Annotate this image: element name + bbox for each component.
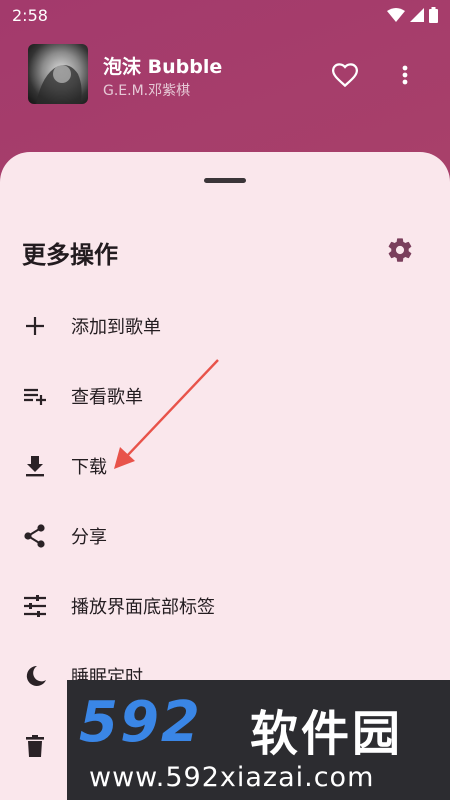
now-playing-bar[interactable]: 泡沫 Bubble G.E.M.邓紫棋 <box>0 40 450 110</box>
tune-icon <box>24 595 46 617</box>
album-art[interactable] <box>28 44 88 104</box>
menu-item-label: 下载 <box>71 457 107 478</box>
watermark-number: 592 <box>79 690 202 755</box>
watermark-banner: 592 软件园 www.592xiazai.com <box>67 680 450 800</box>
trash-icon <box>26 735 44 757</box>
favorite-button[interactable] <box>330 60 360 90</box>
gear-icon <box>388 238 412 262</box>
wifi-icon <box>387 8 405 22</box>
drag-handle[interactable] <box>204 178 246 183</box>
sheet-title: 更多操作 <box>22 241 118 269</box>
share-icon <box>24 524 45 548</box>
menu-item-label: 播放界面底部标签 <box>71 597 215 618</box>
menu-item-download[interactable]: 下载 <box>0 430 450 500</box>
status-icons <box>387 7 438 23</box>
signal-icon <box>410 8 424 22</box>
watermark-url: www.592xiazai.com <box>89 762 375 793</box>
more-vertical-icon <box>402 65 408 85</box>
battery-icon <box>429 7 438 23</box>
menu-item-add-to-playlist[interactable]: 添加到歌单 <box>0 290 450 360</box>
playlist-add-icon <box>24 388 46 405</box>
download-icon <box>26 456 44 477</box>
song-title: 泡沫 Bubble <box>103 56 223 78</box>
settings-button[interactable] <box>386 236 414 264</box>
song-artist: G.E.M.邓紫棋 <box>103 83 191 99</box>
heart-icon <box>331 63 359 88</box>
status-bar: 2:58 <box>0 0 450 32</box>
menu-item-label: 查看歌单 <box>71 387 143 408</box>
menu-item-share[interactable]: 分享 <box>0 500 450 570</box>
watermark-name: 软件园 <box>250 706 404 762</box>
more-options-button[interactable] <box>395 60 415 90</box>
status-time: 2:58 <box>12 6 48 25</box>
moon-icon <box>26 665 46 686</box>
menu-item-bottom-tabs[interactable]: 播放界面底部标签 <box>0 570 450 640</box>
add-icon <box>26 317 44 335</box>
menu-item-label: 添加到歌单 <box>71 317 161 338</box>
menu-item-label: 分享 <box>71 527 107 548</box>
menu-item-view-playlist[interactable]: 查看歌单 <box>0 360 450 430</box>
